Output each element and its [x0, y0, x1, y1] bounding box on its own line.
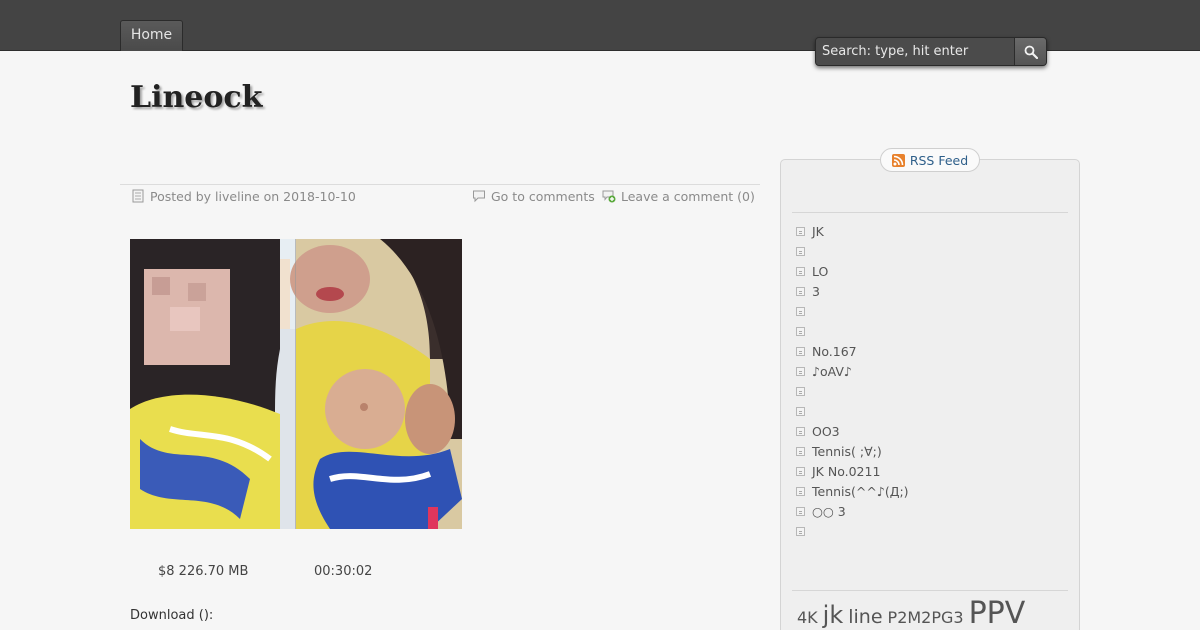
tag-link[interactable]: P2M2PG3 — [888, 608, 964, 627]
list-item[interactable] — [796, 381, 909, 401]
bullet-icon — [796, 486, 805, 496]
bullet-icon — [796, 246, 805, 256]
file-size-text: $8 226.70 MB — [158, 564, 249, 579]
search-input[interactable] — [816, 38, 1014, 65]
list-item[interactable]: JK — [796, 221, 909, 241]
bullet-icon — [796, 426, 805, 436]
list-item[interactable] — [796, 401, 909, 421]
go-to-comments-link[interactable]: Go to comments — [472, 188, 595, 204]
tag-link[interactable]: line — [848, 606, 882, 628]
bullet-icon — [796, 346, 805, 356]
magnifier-icon — [1024, 45, 1038, 59]
sidebar-divider-top — [792, 212, 1068, 213]
search-button[interactable] — [1014, 38, 1046, 65]
post-author-date: Posted by liveline on 2018-10-10 — [131, 188, 356, 204]
list-item[interactable] — [796, 321, 909, 341]
bullet-icon — [796, 306, 805, 316]
post-meta-divider — [120, 184, 760, 185]
document-icon — [132, 189, 144, 203]
site-title[interactable]: Lineock — [130, 80, 262, 115]
list-item[interactable]: No.167 — [796, 341, 909, 361]
post-author-date-text[interactable]: Posted by liveline on 2018-10-10 — [150, 189, 356, 204]
rss-icon — [891, 153, 905, 167]
tag-cloud: 4K jk line P2M2PG3 PPV — [797, 596, 1025, 630]
bullet-icon — [796, 386, 805, 396]
list-item[interactable] — [796, 241, 909, 261]
list-item[interactable] — [796, 521, 909, 541]
bullet-icon — [796, 526, 805, 536]
tag-link[interactable]: PPV — [969, 596, 1026, 630]
bullet-icon — [796, 506, 805, 516]
tag-link[interactable]: 4K — [797, 608, 818, 627]
rss-feed-label[interactable]: RSS Feed — [910, 153, 968, 168]
tag-link[interactable]: jk — [823, 601, 844, 629]
bullet-icon — [796, 266, 805, 276]
nav-home-tab[interactable]: Home — [120, 20, 183, 51]
search-box — [815, 37, 1047, 66]
bullet-icon — [796, 366, 805, 376]
list-item[interactable]: ♪oAV♪ — [796, 361, 909, 381]
list-item[interactable]: LO — [796, 261, 909, 281]
bullet-icon — [796, 446, 805, 456]
bullet-icon — [796, 406, 805, 416]
post-photo — [130, 239, 462, 529]
post-thumbnail-image[interactable] — [130, 239, 462, 529]
add-comment-icon — [602, 190, 616, 203]
list-item[interactable]: ○○ 3 — [796, 501, 909, 521]
speech-bubble-icon — [473, 190, 485, 203]
bullet-icon — [796, 226, 805, 236]
list-item[interactable]: JK No.0211 — [796, 461, 909, 481]
rss-feed-link[interactable]: RSS Feed — [880, 148, 980, 172]
bullet-icon — [796, 286, 805, 296]
leave-comment-text[interactable]: Leave a comment (0) — [621, 189, 755, 204]
list-item[interactable]: OO3 — [796, 421, 909, 441]
list-item[interactable] — [796, 301, 909, 321]
go-to-comments-text[interactable]: Go to comments — [491, 189, 595, 204]
list-item[interactable]: Tennis( ;∀;) — [796, 441, 909, 461]
download-label: Download (): — [130, 608, 214, 623]
bullet-icon — [796, 466, 805, 476]
sidebar-divider-bottom — [792, 590, 1068, 591]
bullet-icon — [796, 326, 805, 336]
list-item[interactable]: 3 — [796, 281, 909, 301]
list-item[interactable]: Tennis(^^♪(Д;) — [796, 481, 909, 501]
duration-text: 00:30:02 — [314, 564, 373, 579]
sidebar-category-list: JK LO 3 No.167 ♪oAV♪ OO3 Tennis( ;∀;) JK… — [796, 221, 909, 541]
leave-comment-link[interactable]: Leave a comment (0) — [602, 188, 755, 204]
